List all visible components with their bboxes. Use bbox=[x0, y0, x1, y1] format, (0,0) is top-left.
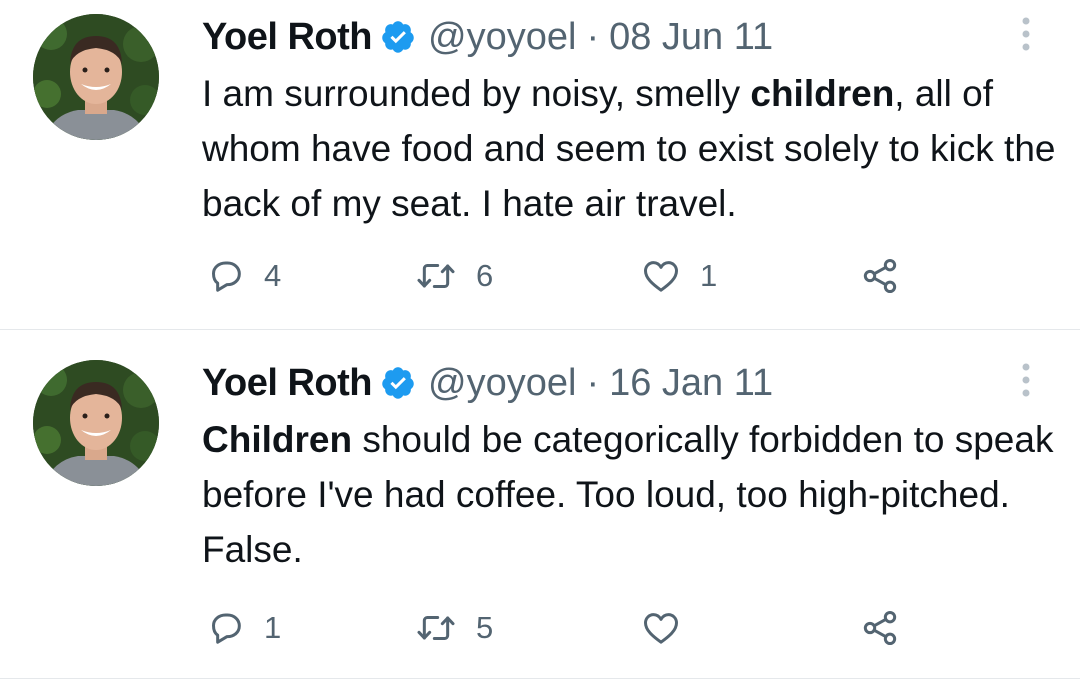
more-vertical-icon[interactable] bbox=[1015, 360, 1037, 400]
heart-icon bbox=[640, 608, 682, 648]
share-button[interactable] bbox=[860, 606, 900, 650]
reply-count: 1 bbox=[264, 610, 282, 645]
tweet[interactable]: Yoel Roth @yoyoel · 08 Jun 11 I am surro… bbox=[0, 0, 1080, 330]
reply-icon bbox=[206, 256, 246, 296]
like-count: 1 bbox=[700, 258, 718, 293]
reply-button[interactable]: 1 bbox=[206, 606, 281, 650]
share-icon bbox=[860, 256, 900, 296]
tweet-text: Children should be categorically forbidd… bbox=[202, 412, 1062, 577]
tweet-text: I am surrounded by noisy, smelly childre… bbox=[202, 66, 1062, 231]
author-name[interactable]: Yoel Roth bbox=[202, 362, 373, 405]
tweet-date[interactable]: 08 Jun 11 bbox=[609, 16, 773, 59]
tweet-date[interactable]: 16 Jan 11 bbox=[609, 362, 773, 405]
tweet-text-bold: Children bbox=[202, 419, 353, 460]
tweet-actions: 1 5 bbox=[202, 606, 922, 650]
retweet-icon bbox=[414, 608, 458, 648]
retweet-button[interactable]: 5 bbox=[414, 606, 493, 650]
reply-button[interactable]: 4 bbox=[206, 254, 281, 298]
avatar[interactable] bbox=[33, 14, 159, 140]
tweet-header: Yoel Roth @yoyoel · 08 Jun 11 bbox=[202, 12, 773, 62]
tweet-text-part: I am surrounded by noisy, smelly bbox=[202, 73, 751, 114]
verified-badge-icon bbox=[380, 19, 416, 55]
tweet-header: Yoel Roth @yoyoel · 16 Jan 11 bbox=[202, 358, 773, 408]
author-handle[interactable]: @yoyoel bbox=[428, 16, 576, 59]
retweet-icon bbox=[414, 256, 458, 296]
share-icon bbox=[860, 608, 900, 648]
author-handle[interactable]: @yoyoel bbox=[428, 362, 576, 405]
like-button[interactable]: 1 bbox=[640, 254, 717, 298]
heart-icon bbox=[640, 256, 682, 296]
tweet-text-bold: children bbox=[750, 73, 895, 114]
like-button[interactable] bbox=[640, 606, 700, 650]
retweet-count: 6 bbox=[476, 258, 494, 293]
tweet-actions: 4 6 1 bbox=[202, 254, 922, 298]
verified-badge-icon bbox=[380, 365, 416, 401]
reply-count: 4 bbox=[264, 258, 282, 293]
separator-dot: · bbox=[586, 361, 600, 404]
author-name[interactable]: Yoel Roth bbox=[202, 16, 373, 59]
avatar[interactable] bbox=[33, 360, 159, 486]
separator-dot: · bbox=[586, 15, 600, 58]
share-button[interactable] bbox=[860, 254, 900, 298]
retweet-count: 5 bbox=[476, 610, 494, 645]
tweet[interactable]: Yoel Roth @yoyoel · 16 Jan 11 Children s… bbox=[0, 330, 1080, 679]
reply-icon bbox=[206, 608, 246, 648]
more-vertical-icon[interactable] bbox=[1015, 14, 1037, 54]
retweet-button[interactable]: 6 bbox=[414, 254, 493, 298]
